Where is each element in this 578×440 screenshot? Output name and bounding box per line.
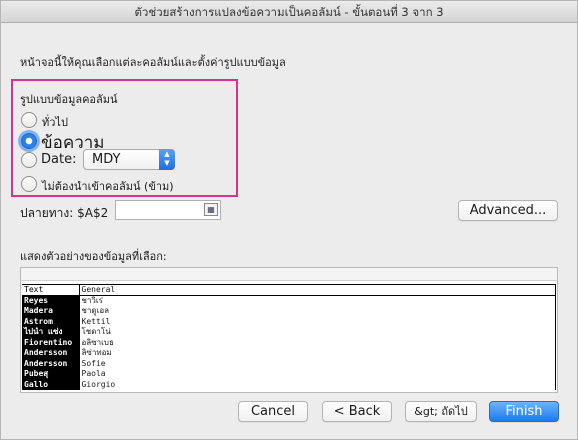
preview-row: Gallo Giorgio xyxy=(22,379,556,390)
preview-cell-col2: Paola xyxy=(78,369,556,380)
preview-row: Reyes ชาวิเร่ xyxy=(22,295,556,306)
date-radio[interactable] xyxy=(21,152,37,168)
back-button[interactable]: < Back xyxy=(322,401,392,422)
preview-cell-col1: Andersson xyxy=(22,348,79,359)
date-radio-label: Date: xyxy=(41,152,77,167)
preview-cell-col2: ชาวิเร่ xyxy=(78,295,556,306)
preview-row: Andersson ลิซ่าทอม xyxy=(22,348,556,359)
preview-ruler xyxy=(21,268,557,281)
preview-row: ไปนำ แซ่ง โชดาโน่ xyxy=(22,327,556,338)
preview-header-row: Text General xyxy=(22,284,556,296)
preview-label: แสดงตัวอย่างของข้อมูลที่เลือก: xyxy=(20,250,167,263)
date-format-value: MDY xyxy=(92,152,121,167)
preview-row: Pubeสุ Paola xyxy=(22,369,556,380)
preview-cell-col1: Fiorentino xyxy=(22,337,79,348)
data-preview[interactable]: Text General Reyes ชาวิเร่ Madera ชาดูเอล Astr… xyxy=(20,267,558,393)
collapse-dialog-icon[interactable]: ▦ xyxy=(204,203,218,216)
date-format-select[interactable]: MDY ▲ ▼ xyxy=(83,149,175,170)
window-title: ตัวช่วยสร้างการแปลงข้อความเป็นคอลัมน์ - … xyxy=(1,1,577,23)
preview-cell-col1: Gallo xyxy=(22,379,79,390)
general-radio[interactable] xyxy=(21,112,37,128)
preview-row: Fiorentino อลิซาเบธ xyxy=(22,337,556,348)
cancel-button[interactable]: Cancel xyxy=(238,401,308,422)
preview-cell-col2: Giorgio xyxy=(78,379,556,390)
preview-cell-col1: Andersson xyxy=(22,358,79,369)
preview-cell-col1: ไปนำ แซ่ง xyxy=(22,327,79,338)
text-radio[interactable] xyxy=(21,133,37,149)
chevron-up-down-icon: ▲ ▼ xyxy=(159,149,175,170)
preview-cell-col2: โชดาโน่ xyxy=(78,327,556,338)
preview-table: Text General Reyes ชาวิเร่ Madera ชาดูเอล Astr… xyxy=(22,284,556,390)
preview-cell-col2: Sofie xyxy=(78,358,556,369)
next-button[interactable]: &gt; ถัดไป xyxy=(405,401,477,422)
text-to-columns-dialog: ตัวช่วยสร้างการแปลงข้อความเป็นคอลัมน์ - … xyxy=(0,0,578,440)
skip-column-radio-label: ไม่ต้องนำเข้าคอลัมน์ (ข้าม) xyxy=(42,180,174,193)
preview-cell-col2: ชาดูเอล xyxy=(78,306,556,317)
preview-cell-col2: อลิซาเบธ xyxy=(78,337,556,348)
preview-row: Madera ชาดูเอล xyxy=(22,306,556,317)
preview-cell-col1: Text xyxy=(22,284,79,296)
instruction-text: หน้าจอนี้ให้คุณเลือกแต่ละคอลัมน์และตั้งค… xyxy=(20,56,286,69)
finish-button[interactable]: Finish xyxy=(489,401,559,422)
preview-cell-col1: Madera xyxy=(22,306,79,317)
preview-cell-col2: ลิซ่าทอม xyxy=(78,348,556,359)
preview-row: Andersson Sofie xyxy=(22,358,556,369)
preview-cell-col1: Pubeสุ xyxy=(22,369,79,380)
preview-cell-col1: Reyes xyxy=(22,295,79,306)
skip-column-radio[interactable] xyxy=(21,176,37,192)
preview-cell-col1: Astrom xyxy=(22,316,79,327)
destination-label-text: ปลายทาง: xyxy=(20,206,74,220)
destination-field[interactable]: ▦ xyxy=(115,200,221,220)
advanced-button[interactable]: Advanced... xyxy=(458,200,558,221)
preview-cell-col2: Kettil xyxy=(78,316,556,327)
destination-label: ปลายทาง: $A$2 xyxy=(20,204,108,223)
destination-value: $A$2 xyxy=(77,206,109,220)
preview-row: Astrom Kettil xyxy=(22,316,556,327)
column-format-label: รูปแบบข้อมูลคอลัมน์ xyxy=(20,93,118,106)
preview-cell-col2: General xyxy=(78,284,556,296)
